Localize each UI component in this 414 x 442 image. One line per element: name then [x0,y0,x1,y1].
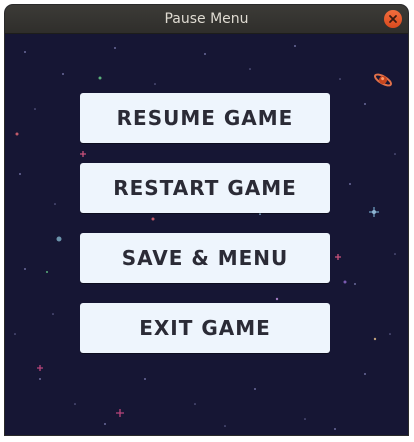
planet-icon [374,73,392,87]
exit-game-button[interactable]: EXIT GAME [80,303,330,353]
window-title: Pause Menu [164,11,249,27]
save-and-menu-button[interactable]: SAVE & MENU [80,233,330,283]
close-icon [389,15,397,23]
resume-game-button[interactable]: RESUME GAME [80,93,330,143]
restart-game-button[interactable]: RESTART GAME [80,163,330,213]
title-bar: Pause Menu [5,5,408,34]
close-button[interactable] [384,10,402,28]
pause-menu-window: Pause Menu RESUME GAME RESTART GAME SAVE… [5,5,408,435]
starfield-background: RESUME GAME RESTART GAME SAVE & MENU EXI… [5,34,408,435]
